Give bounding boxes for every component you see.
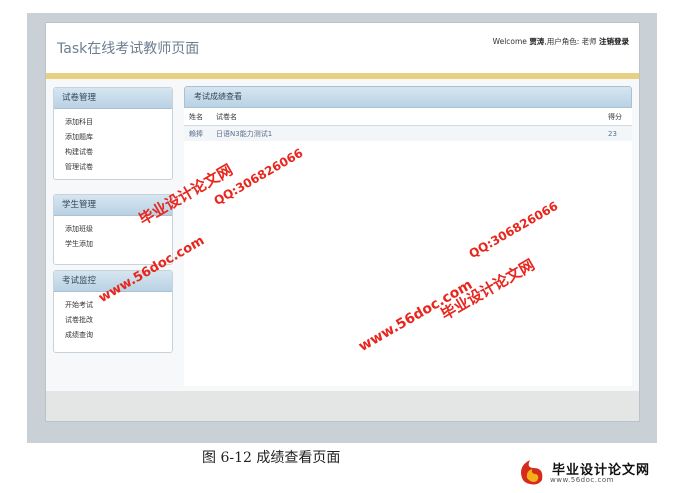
menu-add-class[interactable]: 添加班级 xyxy=(65,222,172,237)
username: 贾涛 xyxy=(529,37,545,46)
menu-start-exam[interactable]: 开始考试 xyxy=(65,298,172,313)
panel-title: 试卷管理 xyxy=(54,88,172,109)
col-header-score: 得分 xyxy=(603,108,632,126)
col-header-name: 姓名 xyxy=(184,108,211,126)
table-row: 賴捧 日语N3能力测试1 23 xyxy=(184,125,632,141)
site-logo: 毕业设计论文网 www.56doc.com xyxy=(516,456,676,488)
menu-add-student[interactable]: 学生添加 xyxy=(65,237,172,252)
page-header: Task在线考试教师页面 Welcome 贾涛,用户角色: 老师 注销登录 xyxy=(46,23,639,71)
cell-score: 23 xyxy=(603,125,632,141)
cell-name: 賴捧 xyxy=(184,125,211,141)
scores-table: 姓名 试卷名 得分 賴捧 日语N3能力测试1 23 xyxy=(184,108,632,141)
scores-panel-title: 考试成绩查看 xyxy=(184,86,632,108)
col-header-paper: 试卷名 xyxy=(211,108,603,126)
content-area: 试卷管理 添加科目 添加题库 构建试卷 管理试卷 学生管理 添加班级 学生添加 … xyxy=(46,79,639,391)
teacher-page: Task在线考试教师页面 Welcome 贾涛,用户角色: 老师 注销登录 试卷… xyxy=(45,22,640,422)
menu-grade-papers[interactable]: 试卷批改 xyxy=(65,313,172,328)
scores-panel: 考试成绩查看 姓名 试卷名 得分 賴捧 日语N3能力测试1 23 xyxy=(184,86,632,386)
logout-link[interactable]: 注销登录 xyxy=(599,37,629,46)
user-bar: Welcome 贾涛,用户角色: 老师 注销登录 xyxy=(493,36,629,47)
menu-query-scores[interactable]: 成绩查询 xyxy=(65,328,172,343)
menu-add-subject[interactable]: 添加科目 xyxy=(65,115,172,130)
logo-flame-icon xyxy=(521,460,543,485)
cell-paper: 日语N3能力测试1 xyxy=(211,125,603,141)
panel-exam-management: 试卷管理 添加科目 添加题库 构建试卷 管理试卷 xyxy=(53,87,173,180)
menu-manage-papers[interactable]: 管理试卷 xyxy=(65,160,172,175)
welcome-label: Welcome xyxy=(492,37,527,46)
menu-build-paper[interactable]: 构建试卷 xyxy=(65,145,172,160)
page-title: Task在线考试教师页面 xyxy=(57,41,200,57)
figure-caption: 图 6-12 成绩查看页面 xyxy=(202,450,341,466)
page-footer xyxy=(46,391,639,421)
logo-url: www.56doc.com xyxy=(550,476,614,484)
role-label: ,用户角色: 老师 xyxy=(544,37,597,46)
menu-add-question-bank[interactable]: 添加题库 xyxy=(65,130,172,145)
